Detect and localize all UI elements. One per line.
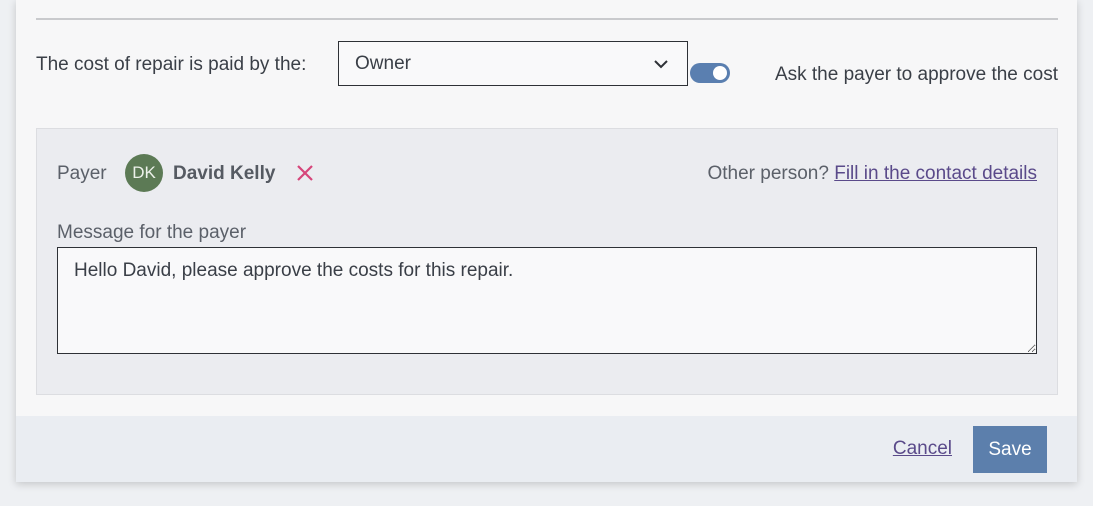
message-label: Message for the payer [57,222,247,243]
cost-paid-by-label: The cost of repair is paid by the: [36,54,307,75]
other-person-prompt: Other person? Fill in the contact detail… [707,163,1037,185]
other-person-text: Other person? [707,163,829,184]
message-textarea[interactable]: Hello David, please approve the costs fo… [57,247,1037,354]
save-button[interactable]: Save [973,426,1047,473]
cancel-link[interactable]: Cancel [893,438,952,460]
fill-contact-details-link[interactable]: Fill in the contact details [834,163,1037,184]
payer-name: David Kelly [173,163,276,184]
close-icon[interactable] [293,161,317,185]
footer: Cancel Save [16,416,1077,482]
payer-select[interactable]: Owner [338,41,688,86]
avatar: DK [125,154,163,192]
repair-cost-card: The cost of repair is paid by the: Owner… [16,0,1077,482]
payer-panel: Payer DK David Kelly Other person? Fill … [36,128,1058,395]
approve-cost-toggle[interactable] [690,63,730,83]
top-divider [36,18,1058,20]
toggle-knob [713,66,727,80]
approve-cost-label: Ask the payer to approve the cost [774,64,1058,85]
payer-select-value: Owner [355,52,411,74]
chevron-down-icon [653,56,669,72]
payer-label: Payer [57,163,107,184]
